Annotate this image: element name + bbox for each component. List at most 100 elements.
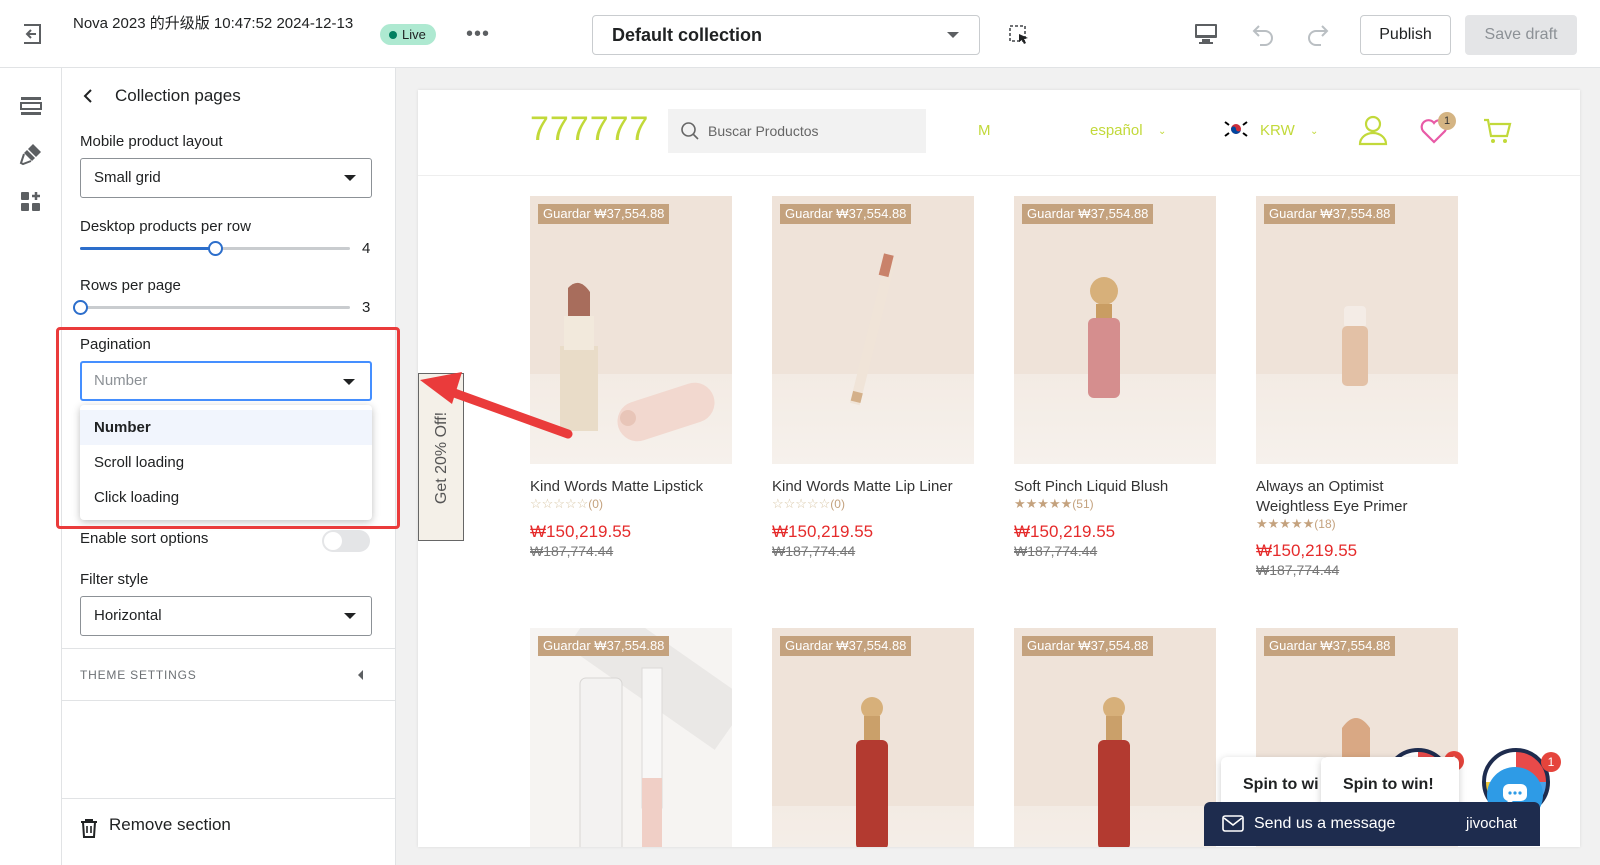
filter-style-select[interactable]: Horizontal (80, 596, 372, 636)
product-title[interactable]: Soft Pinch Liquid Blush (1014, 477, 1216, 497)
filter-style-value: Horizontal (94, 607, 162, 624)
rating-stars: ☆☆☆☆☆ (530, 496, 589, 511)
save-badge: Guardar ₩37,554.88 (1022, 636, 1154, 656)
product-rating: ☆☆☆☆☆(0) (772, 496, 845, 512)
pagination-dropdown: Number Scroll loading Click loading (80, 405, 372, 520)
theme-settings-header[interactable]: THEME SETTINGS (80, 668, 197, 682)
rows-per-page-value: 3 (362, 299, 371, 316)
rows-per-page-slider[interactable] (73, 300, 350, 315)
chevron-down-icon: ⌄ (1158, 126, 1167, 137)
pagination-option-number[interactable]: Number (80, 410, 372, 445)
product-card[interactable]: Guardar ₩37,554.88 (1014, 628, 1216, 847)
desktop-per-row-slider[interactable] (80, 241, 350, 256)
store-logo[interactable]: 777777 (530, 110, 649, 149)
slider-thumb[interactable] (208, 241, 223, 256)
product-title[interactable]: Always an Optimist Weightless Eye Primer (1256, 477, 1458, 517)
product-image[interactable]: Guardar ₩37,554.88 (1256, 196, 1458, 464)
section-settings-panel: Collection pages Mobile product layout S… (56, 68, 400, 865)
product-title[interactable]: Kind Words Matte Lip Liner (772, 477, 974, 497)
product-image[interactable]: Guardar ₩37,554.88 (772, 196, 974, 464)
chevron-down-icon (344, 175, 356, 181)
chat-message-bar[interactable]: Send us a message jivochat (1204, 802, 1540, 846)
divider (62, 648, 396, 649)
redo-icon[interactable] (1305, 21, 1331, 47)
jivochat-logo: jivochat (1466, 815, 1517, 832)
review-count: (0) (588, 497, 603, 511)
product-image[interactable]: Guardar ₩37,554.88 (530, 196, 732, 464)
inspector-icon[interactable] (1007, 23, 1031, 47)
sections-icon[interactable] (19, 94, 43, 118)
desktop-per-row-label: Desktop products per row (80, 218, 251, 235)
undo-icon[interactable] (1250, 21, 1276, 47)
chevron-left-icon[interactable] (358, 670, 363, 680)
mobile-layout-select[interactable]: Small grid (80, 158, 372, 198)
trash-icon[interactable] (80, 818, 98, 838)
discount-side-tab[interactable]: Get 20% Off! (418, 373, 464, 541)
save-badge: Guardar ₩37,554.88 (1022, 204, 1154, 224)
product-card[interactable]: Guardar ₩37,554.88 Kind Words Matte Lips… (530, 196, 732, 576)
divider (62, 700, 396, 701)
product-image[interactable]: Guardar ₩37,554.88 (1014, 628, 1216, 847)
slider-fill (80, 247, 215, 250)
korea-flag-icon (1222, 118, 1250, 140)
rating-stars: ★★★★★ (1256, 516, 1315, 531)
product-price: ₩150,219.55 (1256, 541, 1358, 560)
save-badge: Guardar ₩37,554.88 (538, 204, 670, 224)
mobile-layout-value: Small grid (94, 169, 161, 186)
product-price: ₩150,219.55 (530, 522, 632, 541)
theme-settings-brush-icon[interactable] (19, 142, 43, 166)
save-badge: Guardar ₩37,554.88 (538, 636, 670, 656)
compare-at-price: ₩187,774.44 (772, 543, 856, 559)
product-price: ₩150,219.55 (772, 522, 874, 541)
lip-gloss-illustration (567, 628, 732, 847)
apps-icon[interactable] (19, 190, 43, 214)
panel-title: Collection pages (115, 86, 241, 105)
sort-options-toggle[interactable] (322, 530, 370, 552)
search-icon (681, 122, 699, 140)
desktop-view-icon[interactable] (1193, 22, 1219, 46)
product-card[interactable]: Guardar ₩37,554.88 Soft Pinch Liquid Blu… (1014, 196, 1216, 576)
product-title[interactable]: Kind Words Matte Lipstick (530, 477, 732, 497)
account-icon[interactable] (1358, 114, 1388, 146)
product-card[interactable]: Guardar ₩37,554.88 Kind Words Matte Lip … (772, 196, 974, 576)
mobile-layout-label: Mobile product layout (80, 133, 223, 150)
product-card[interactable]: Guardar ₩37,554.88 (530, 628, 732, 847)
chevron-down-icon (344, 613, 356, 619)
save-draft-button[interactable]: Save draft (1465, 15, 1577, 55)
product-image[interactable]: Guardar ₩37,554.88 (1014, 196, 1216, 464)
remove-section-button[interactable]: Remove section (109, 815, 231, 835)
product-card[interactable]: Guardar ₩37,554.88 (772, 628, 974, 847)
save-badge: Guardar ₩37,554.88 (1264, 204, 1396, 224)
rating-stars: ★★★★★ (1014, 496, 1073, 511)
exit-icon[interactable] (18, 20, 46, 48)
product-image[interactable]: Guardar ₩37,554.88 (530, 628, 732, 847)
compare-at-price: ₩187,774.44 (1014, 543, 1098, 559)
product-image[interactable]: Guardar ₩37,554.88 (772, 628, 974, 847)
currency-selector[interactable]: KRW (1260, 122, 1295, 139)
pagination-label: Pagination (80, 336, 151, 353)
editor-icon-rail (0, 68, 62, 865)
cart-icon[interactable] (1482, 116, 1512, 146)
pagination-option-scroll-loading[interactable]: Scroll loading (80, 445, 372, 480)
chat-notification-badge: 1 (1541, 752, 1561, 772)
eye-primer-illustration (1342, 306, 1368, 386)
collection-select[interactable]: Default collection (592, 15, 980, 55)
theme-name: Nova 2023 的升级版 10:47:52 2024-12-13 (73, 15, 354, 32)
lip-liner-illustration (849, 253, 896, 406)
slider-thumb[interactable] (73, 300, 88, 315)
review-count: (51) (1072, 497, 1094, 511)
more-actions-button[interactable]: ••• (466, 22, 490, 46)
back-chevron-icon[interactable] (80, 88, 96, 104)
compare-at-price: ₩187,774.44 (1256, 562, 1340, 578)
rows-per-page-label: Rows per page (80, 277, 181, 294)
filter-style-label: Filter style (80, 571, 149, 588)
pagination-select[interactable]: Number (80, 361, 372, 401)
pagination-option-click-loading[interactable]: Click loading (80, 480, 372, 515)
product-rating: ★★★★★(51) (1014, 496, 1094, 512)
chevron-down-icon: ⌄ (1310, 126, 1319, 137)
product-card[interactable]: Guardar ₩37,554.88 Always an Optimist We… (1256, 196, 1458, 578)
store-search-input[interactable]: Buscar Productos (668, 109, 926, 153)
store-nav-item[interactable]: M (978, 122, 991, 139)
publish-button[interactable]: Publish (1360, 15, 1451, 55)
language-selector[interactable]: español (1090, 122, 1143, 139)
